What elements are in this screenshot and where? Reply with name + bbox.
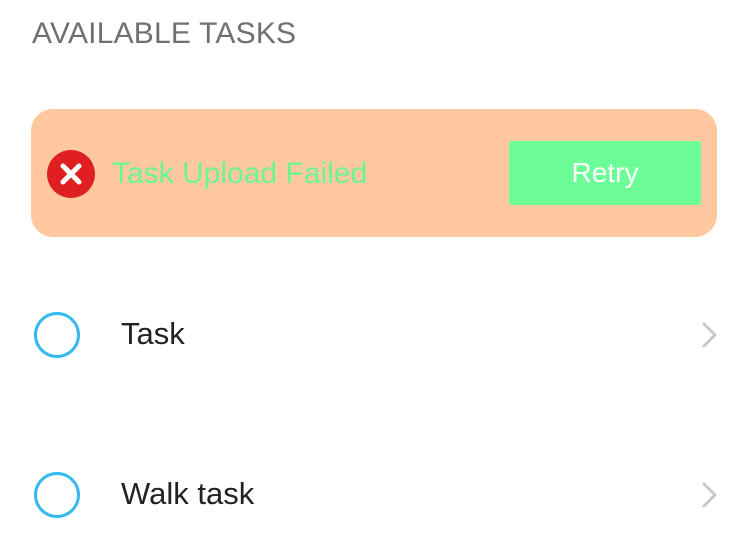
chevron-right-icon xyxy=(698,321,722,349)
upload-failed-message: Task Upload Failed xyxy=(112,157,368,190)
retry-button[interactable]: Retry xyxy=(509,141,701,205)
radio-circle-icon[interactable] xyxy=(34,472,80,518)
chevron-right-icon xyxy=(698,481,722,509)
task-row-walk-task[interactable]: Walk task xyxy=(0,439,746,537)
error-x-icon xyxy=(47,150,95,198)
task-label: Walk task xyxy=(121,476,255,511)
upload-failed-banner: Task Upload Failed Retry xyxy=(31,109,717,237)
section-title: AVAILABLE TASKS xyxy=(32,17,297,50)
task-label: Task xyxy=(121,316,185,351)
available-tasks-screen: AVAILABLE TASKS Task Upload Failed Retry… xyxy=(0,0,746,537)
radio-circle-icon[interactable] xyxy=(34,312,80,358)
task-row-task[interactable]: Task xyxy=(0,279,746,389)
